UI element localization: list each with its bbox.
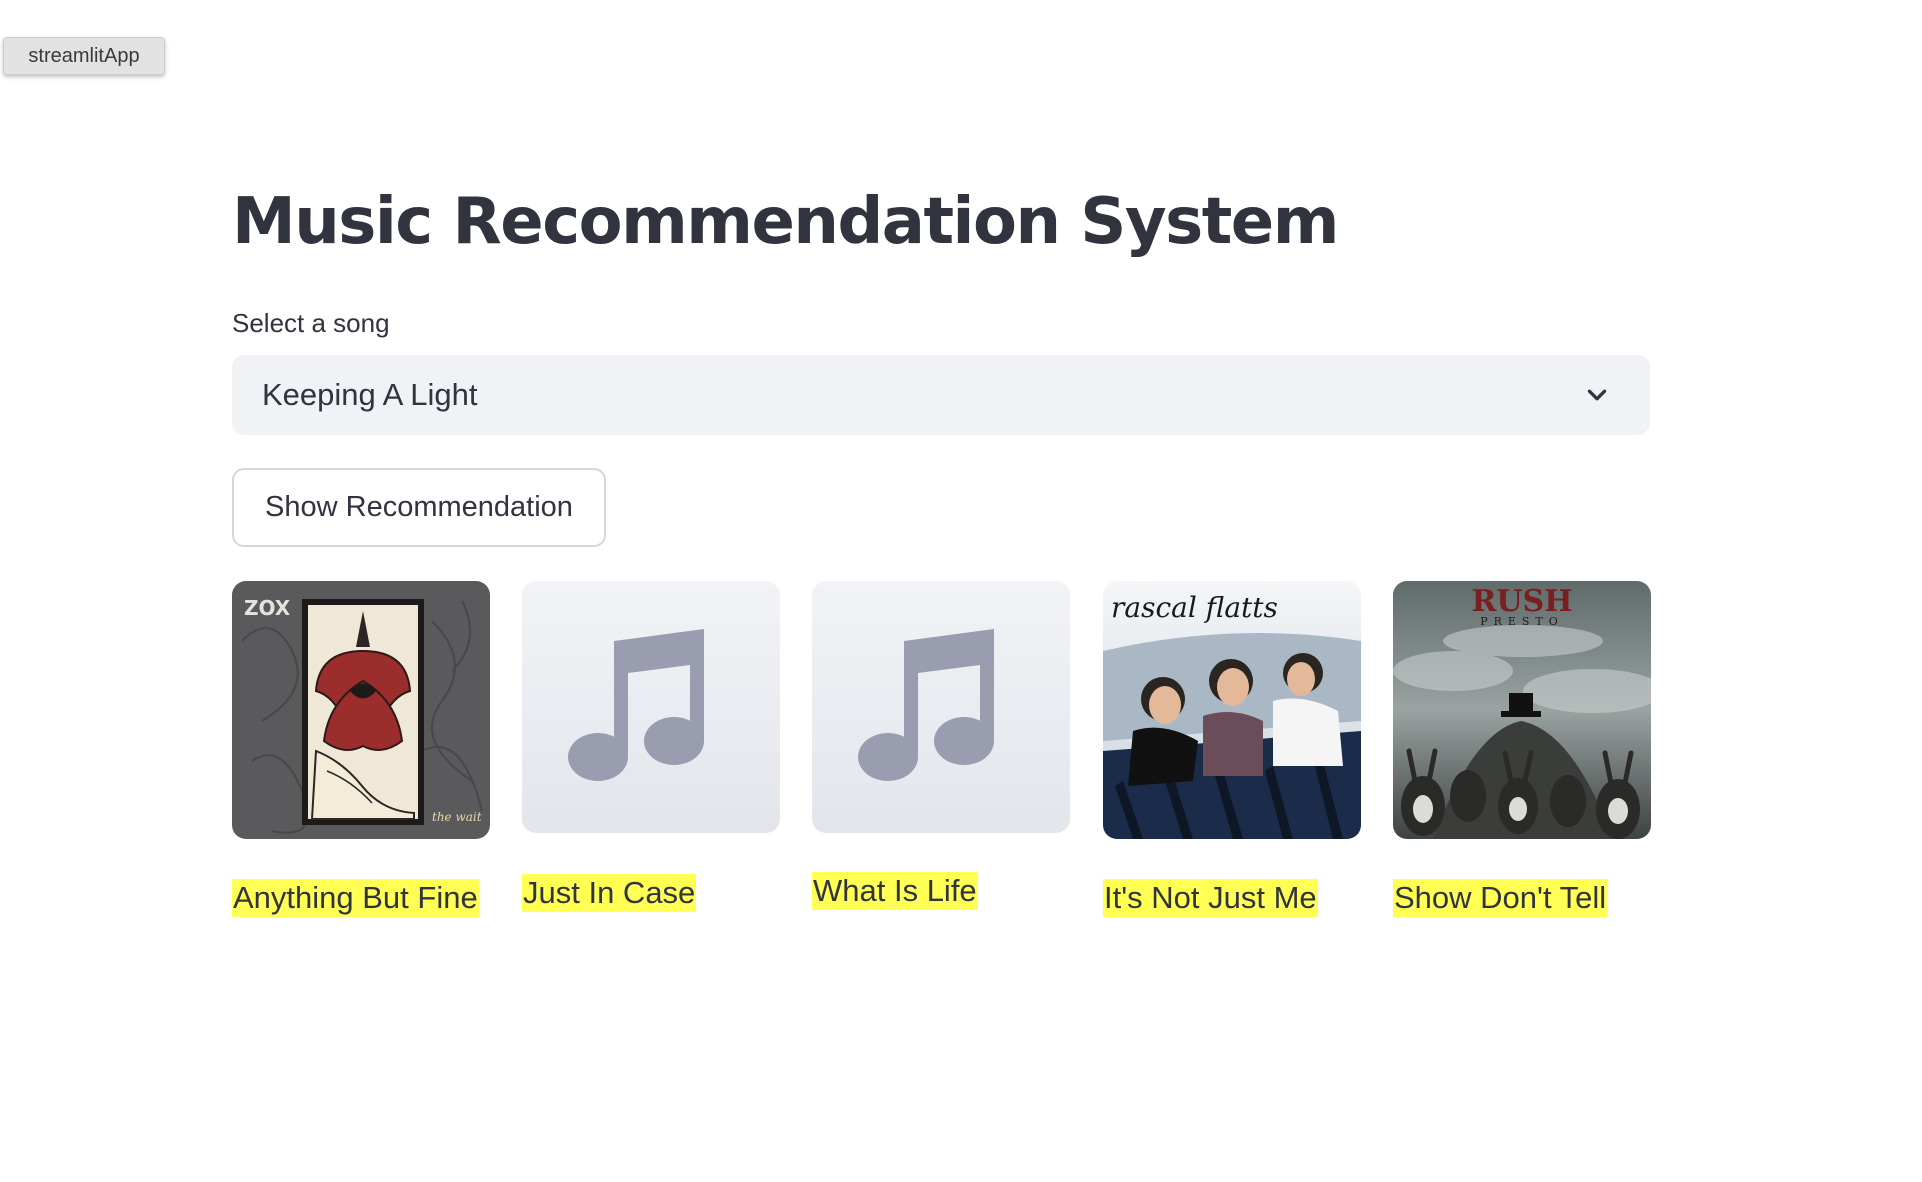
page-title: Music Recommendation System <box>232 185 1339 259</box>
recommendation-title: Show Don't Tell <box>1393 879 1608 917</box>
music-note-placeholder-icon <box>522 581 780 833</box>
show-recommendation-button[interactable]: Show Recommendation <box>232 468 606 547</box>
recommendation-title: It's Not Just Me <box>1103 879 1318 917</box>
chevron-down-icon <box>1587 389 1607 401</box>
svg-text:the wait: the wait <box>432 810 482 824</box>
select-song-label: Select a song <box>232 308 390 338</box>
album-cover-zox-the-wait: ZOX the wait <box>232 581 490 839</box>
album-cover-rascal-flatts: rascal flatts <box>1103 581 1361 839</box>
recommendation-title: Anything But Fine <box>232 879 479 917</box>
app-tab-label[interactable]: streamlitApp <box>3 37 165 75</box>
svg-text:ZOX: ZOX <box>244 596 291 620</box>
song-select-value: Keeping A Light <box>262 377 478 412</box>
music-note-placeholder-icon <box>812 581 1070 833</box>
svg-text:rascal flatts: rascal flatts <box>1111 591 1278 624</box>
svg-text:PRESTO: PRESTO <box>1480 615 1564 628</box>
recommendation-title: What Is Life <box>812 872 978 910</box>
song-select[interactable]: Keeping A Light <box>232 355 1650 435</box>
svg-text:RUSH: RUSH <box>1471 584 1572 619</box>
recommendation-title: Just In Case <box>522 874 697 912</box>
album-cover-rush-presto: RUSH PRESTO <box>1393 581 1651 839</box>
